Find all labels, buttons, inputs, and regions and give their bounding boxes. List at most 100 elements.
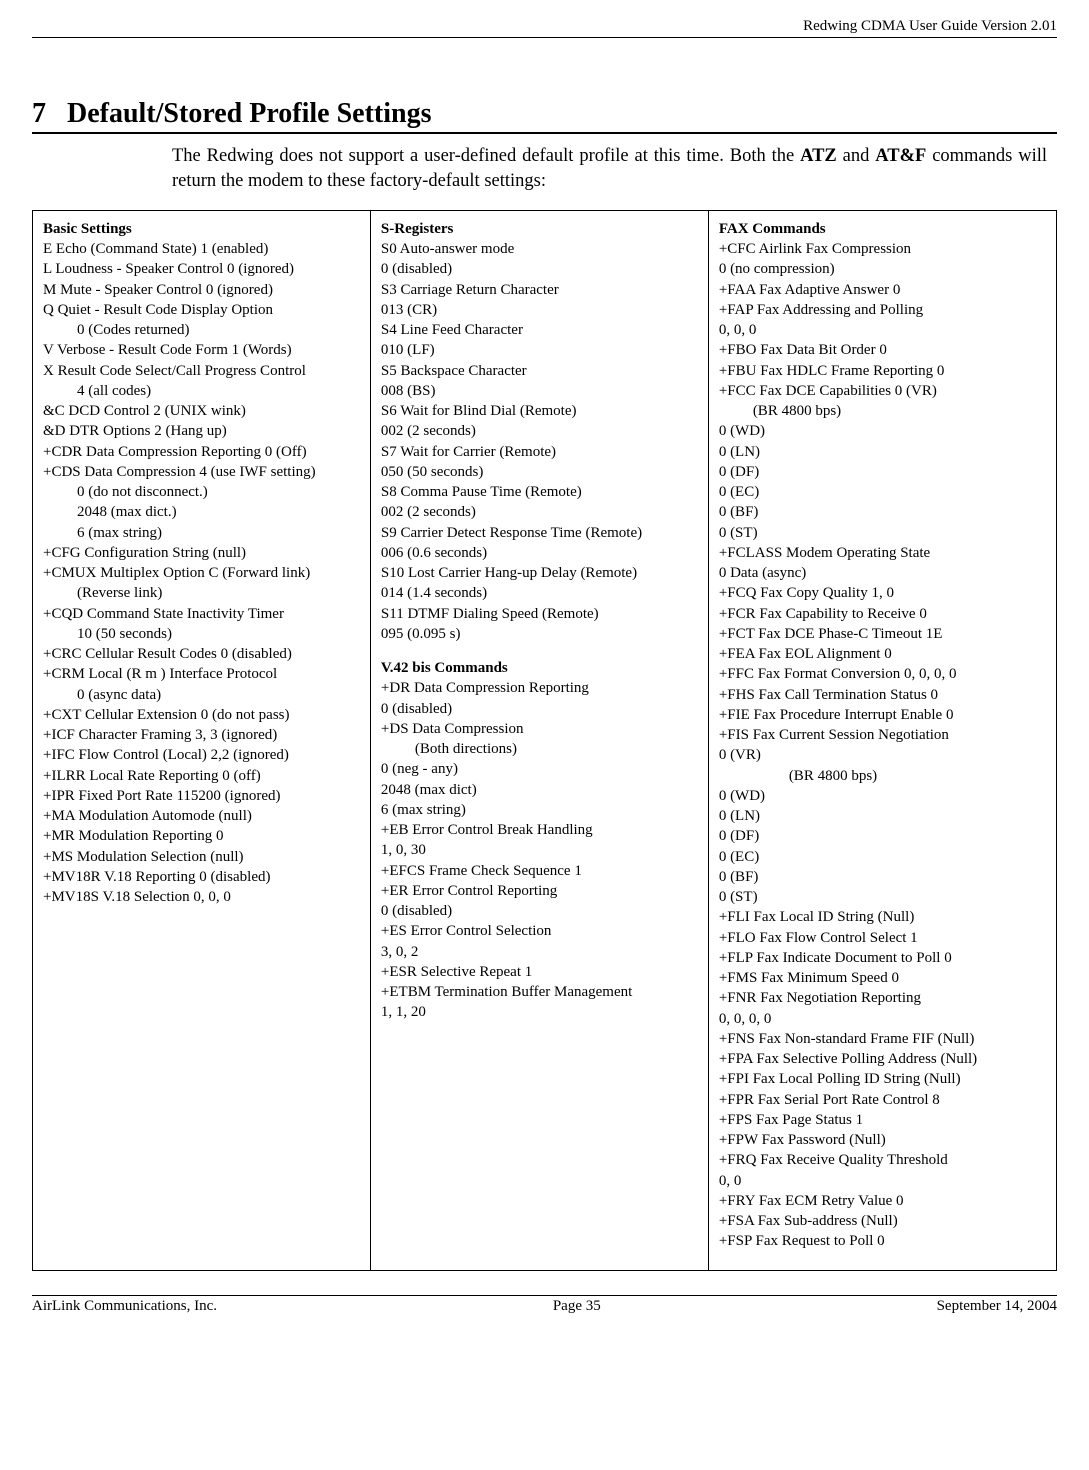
intro-mid: and — [837, 146, 875, 166]
setting-line: 0 (LN) — [719, 806, 1046, 826]
setting-line: +FSA Fax Sub-address (Null) — [719, 1211, 1046, 1231]
setting-line: +ES Error Control Selection — [381, 921, 698, 941]
setting-line: +MA Modulation Automode (null) — [43, 806, 360, 826]
setting-line: S3 Carriage Return Character — [381, 280, 698, 300]
setting-line: +CDS Data Compression 4 (use IWF setting… — [43, 462, 360, 482]
setting-line: 002 (2 seconds) — [381, 502, 698, 522]
setting-line: 0 (EC) — [719, 482, 1046, 502]
setting-line: +DR Data Compression Reporting — [381, 678, 698, 698]
setting-line: 006 (0.6 seconds) — [381, 543, 698, 563]
setting-line: +FRQ Fax Receive Quality Threshold — [719, 1150, 1046, 1170]
intro-atz: ATZ — [800, 146, 837, 166]
setting-line-indent: 2048 (max dict.) — [43, 502, 360, 522]
setting-line: 0 (disabled) — [381, 699, 698, 719]
setting-line: &D DTR Options 2 (Hang up) — [43, 421, 360, 441]
setting-line: 002 (2 seconds) — [381, 421, 698, 441]
setting-line: 0 (ST) — [719, 523, 1046, 543]
setting-line: 0 Data (async) — [719, 563, 1046, 583]
footer-left: AirLink Communications, Inc. — [32, 1298, 217, 1315]
setting-line: +FBU Fax HDLC Frame Reporting 0 — [719, 361, 1046, 381]
setting-line: +FNR Fax Negotiation Reporting — [719, 988, 1046, 1008]
setting-line: +IPR Fixed Port Rate 115200 (ignored) — [43, 786, 360, 806]
setting-line: 010 (LF) — [381, 340, 698, 360]
header-rule — [32, 37, 1057, 38]
setting-line: 6 (max string) — [381, 800, 698, 820]
setting-line-indent: 0 (do not disconnect.) — [43, 482, 360, 502]
setting-line: +ER Error Control Reporting — [381, 881, 698, 901]
setting-line: S6 Wait for Blind Dial (Remote) — [381, 401, 698, 421]
setting-line: +FAA Fax Adaptive Answer 0 — [719, 280, 1046, 300]
setting-line: +FLI Fax Local ID String (Null) — [719, 907, 1046, 927]
basic-settings-head: Basic Settings — [43, 219, 360, 239]
setting-line: 0 (WD) — [719, 421, 1046, 441]
footer-right: September 14, 2004 — [937, 1298, 1057, 1315]
setting-line: +FCT Fax DCE Phase-C Timeout 1E — [719, 624, 1046, 644]
setting-line: 0 (VR) — [719, 745, 1046, 765]
setting-line: +FBO Fax Data Bit Order 0 — [719, 340, 1046, 360]
setting-line: L Loudness - Speaker Control 0 (ignored) — [43, 259, 360, 279]
setting-line: +FCC Fax DCE Capabilities 0 (VR) — [719, 381, 1046, 401]
col-basic-settings: Basic Settings E Echo (Command State) 1 … — [33, 210, 371, 1270]
header-guide-title: Redwing CDMA User Guide Version 2.01 — [32, 18, 1057, 37]
setting-line: +CQD Command State Inactivity Timer — [43, 604, 360, 624]
setting-line: 3, 0, 2 — [381, 942, 698, 962]
setting-line: S9 Carrier Detect Response Time (Remote) — [381, 523, 698, 543]
setting-line: V Verbose - Result Code Form 1 (Words) — [43, 340, 360, 360]
setting-line: 0 (DF) — [719, 462, 1046, 482]
setting-line: 0 (DF) — [719, 826, 1046, 846]
footer-center: Page 35 — [553, 1298, 601, 1315]
setting-line: 1, 1, 20 — [381, 1002, 698, 1022]
intro-prefix: The Redwing does not support a user-defi… — [172, 146, 800, 166]
setting-line-indent: (Reverse link) — [43, 583, 360, 603]
setting-line-indent: 10 (50 seconds) — [43, 624, 360, 644]
setting-line-indent: 0 (async data) — [43, 685, 360, 705]
setting-line: +FLP Fax Indicate Document to Poll 0 — [719, 948, 1046, 968]
setting-line: +FCLASS Modem Operating State — [719, 543, 1046, 563]
setting-line: +FPI Fax Local Polling ID String (Null) — [719, 1069, 1046, 1089]
setting-line: +FMS Fax Minimum Speed 0 — [719, 968, 1046, 988]
setting-line: X Result Code Select/Call Progress Contr… — [43, 361, 360, 381]
setting-line: S7 Wait for Carrier (Remote) — [381, 442, 698, 462]
setting-line: +IFC Flow Control (Local) 2,2 (ignored) — [43, 745, 360, 765]
setting-line: +FNS Fax Non-standard Frame FIF (Null) — [719, 1029, 1046, 1049]
setting-line: S8 Comma Pause Time (Remote) — [381, 482, 698, 502]
setting-line: 0 (BF) — [719, 867, 1046, 887]
setting-line: 1, 0, 30 — [381, 840, 698, 860]
setting-line: 0, 0, 0 — [719, 320, 1046, 340]
setting-line: +EB Error Control Break Handling — [381, 820, 698, 840]
intro-paragraph: The Redwing does not support a user-defi… — [172, 144, 1047, 194]
setting-line: S5 Backspace Character — [381, 361, 698, 381]
setting-line: +FHS Fax Call Termination Status 0 — [719, 685, 1046, 705]
setting-line: +FEA Fax EOL Alignment 0 — [719, 644, 1046, 664]
setting-line: +CDR Data Compression Reporting 0 (Off) — [43, 442, 360, 462]
setting-line: +FFC Fax Format Conversion 0, 0, 0, 0 — [719, 664, 1046, 684]
setting-line-indent: 6 (max string) — [43, 523, 360, 543]
setting-line: +MS Modulation Selection (null) — [43, 847, 360, 867]
col-sregisters-v42: S-Registers S0 Auto-answer mode0 (disabl… — [370, 210, 708, 1270]
setting-line: +FPA Fax Selective Polling Address (Null… — [719, 1049, 1046, 1069]
setting-line: +FPS Fax Page Status 1 — [719, 1110, 1046, 1130]
setting-line: +FCQ Fax Copy Quality 1, 0 — [719, 583, 1046, 603]
setting-line: Q Quiet - Result Code Display Option — [43, 300, 360, 320]
setting-line: 008 (BS) — [381, 381, 698, 401]
setting-line: 0 (no compression) — [719, 259, 1046, 279]
setting-line: +FIE Fax Procedure Interrupt Enable 0 — [719, 705, 1046, 725]
setting-line: +FRY Fax ECM Retry Value 0 — [719, 1191, 1046, 1211]
setting-line: E Echo (Command State) 1 (enabled) — [43, 239, 360, 259]
v42bis-head: V.42 bis Commands — [381, 658, 698, 678]
setting-line: 095 (0.095 s) — [381, 624, 698, 644]
setting-line: +FIS Fax Current Session Negotiation — [719, 725, 1046, 745]
setting-line: 0 (BF) — [719, 502, 1046, 522]
setting-line: 0 (ST) — [719, 887, 1046, 907]
section-title-text: Default/Stored Profile Settings — [67, 98, 431, 129]
setting-line: 0, 0, 0, 0 — [719, 1009, 1046, 1029]
fax-commands-head: FAX Commands — [719, 219, 1046, 239]
setting-line: +ETBM Termination Buffer Management — [381, 982, 698, 1002]
settings-table: Basic Settings E Echo (Command State) 1 … — [32, 210, 1057, 1271]
setting-line: S10 Lost Carrier Hang-up Delay (Remote) — [381, 563, 698, 583]
setting-line: +ICF Character Framing 3, 3 (ignored) — [43, 725, 360, 745]
setting-line: +MR Modulation Reporting 0 — [43, 826, 360, 846]
setting-line: +FPW Fax Password (Null) — [719, 1130, 1046, 1150]
setting-line: +EFCS Frame Check Sequence 1 — [381, 861, 698, 881]
setting-line: S11 DTMF Dialing Speed (Remote) — [381, 604, 698, 624]
